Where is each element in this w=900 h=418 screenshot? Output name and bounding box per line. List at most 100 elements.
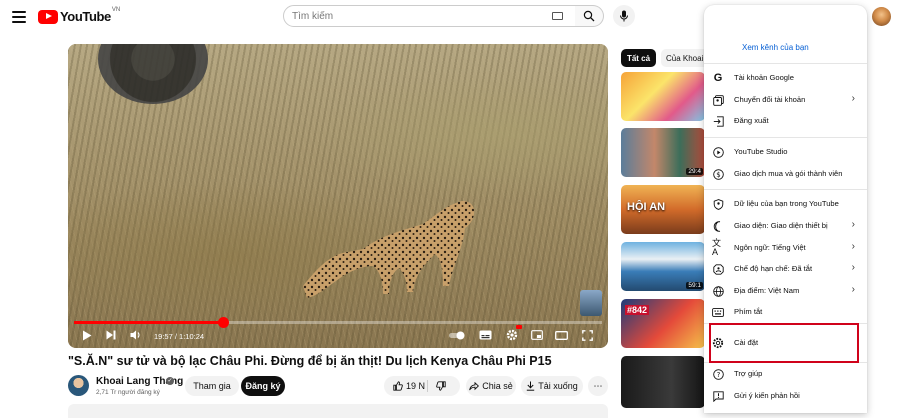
menu-item-label: Trợ giúp xyxy=(734,369,763,378)
recommended-thumbnail[interactable] xyxy=(621,356,705,408)
translate-icon: 文A xyxy=(712,238,722,257)
theater-icon xyxy=(554,330,568,340)
dislike-button[interactable] xyxy=(436,381,446,393)
menu-item-label: Giao dịch mua và gói thành viên xyxy=(734,169,843,178)
thumbs-down-icon xyxy=(436,381,446,391)
menu-item-label: Chế độ hạn chế: Đã tắt xyxy=(734,264,813,273)
progress-played xyxy=(74,321,224,324)
channel-watermark[interactable] xyxy=(580,290,602,316)
globe-icon xyxy=(712,285,724,297)
play-button[interactable] xyxy=(80,328,94,342)
menu-item-dollar[interactable]: $ Giao dịch mua và gói thành viên xyxy=(704,164,867,184)
thumbnail-caption: HỘI AN xyxy=(627,201,666,213)
verified-icon: ✓ xyxy=(166,377,174,385)
share-label: Chia sẻ xyxy=(482,381,513,391)
menu-item-sign-out[interactable]: Đăng xuất xyxy=(704,111,867,131)
mute-button[interactable] xyxy=(128,328,144,342)
menu-item-label: Địa điểm: Việt Nam xyxy=(734,286,800,295)
autoplay-toggle[interactable] xyxy=(448,328,466,342)
channel-avatar[interactable] xyxy=(68,375,89,396)
download-icon xyxy=(527,381,535,391)
recommended-thumbnail[interactable] xyxy=(621,72,705,121)
guide-menu-button[interactable] xyxy=(12,11,26,23)
menu-item-help[interactable]: ? Trợ giúp xyxy=(704,364,867,384)
chevron-right-icon: › xyxy=(851,219,855,230)
subscribe-button[interactable]: Đăng ký xyxy=(241,376,285,396)
join-button[interactable]: Tham gia xyxy=(185,376,239,396)
menu-item-shield-user[interactable]: Dữ liệu của bạn trong YouTube xyxy=(704,194,867,214)
feedback-icon xyxy=(712,390,724,402)
menu-divider xyxy=(704,137,867,138)
menu-item-translate[interactable]: 文A Ngôn ngữ: Tiếng Việt › xyxy=(704,238,867,258)
svg-text:$: $ xyxy=(716,171,720,179)
share-icon xyxy=(469,381,480,390)
menu-item-switch-account[interactable]: Chuyển đổi tài khoản › xyxy=(704,90,867,110)
menu-item-label: Giao diện: Giao diện thiết bị xyxy=(734,221,828,230)
share-button[interactable]: Chia sẻ xyxy=(466,376,516,396)
miniplayer-icon xyxy=(531,330,543,340)
menu-item-youtube-studio[interactable]: YouTube Studio xyxy=(704,142,867,162)
play-icon xyxy=(83,330,92,340)
account-avatar-button[interactable] xyxy=(872,7,891,26)
highlight-box xyxy=(709,323,859,363)
moon-icon xyxy=(712,220,724,232)
chip-channel[interactable]: Của Khoai Lang Thang xyxy=(661,49,705,67)
settings-button[interactable] xyxy=(504,325,522,342)
subtitles-icon xyxy=(479,330,491,340)
like-button[interactable]: 19 N xyxy=(393,381,425,391)
download-button[interactable]: Tải xuống xyxy=(521,376,583,396)
video-title: "S.Ă.N" sư tử và bộ lạc Châu Phi. Đừng đ… xyxy=(68,354,552,368)
youtube-logo[interactable]: YouTube VN xyxy=(38,7,120,24)
menu-divider xyxy=(704,63,867,64)
current-time: 19:57 xyxy=(154,332,173,341)
menu-item-label: Ngôn ngữ: Tiếng Việt xyxy=(734,243,806,252)
recommended-thumbnail[interactable]: 59:1 xyxy=(621,242,705,291)
google-icon: G xyxy=(713,72,723,84)
menu-item-google[interactable]: G Tài khoản Google xyxy=(704,68,867,88)
menu-item-label: Đăng xuất xyxy=(734,116,769,125)
chevron-right-icon: › xyxy=(851,262,855,273)
theater-mode-button[interactable] xyxy=(554,328,568,342)
miniplayer-button[interactable] xyxy=(530,328,544,342)
search-input[interactable]: Tìm kiếm xyxy=(283,5,576,27)
search-button[interactable] xyxy=(575,5,604,27)
menu-item-label: Chuyển đổi tài khoản xyxy=(734,95,806,104)
menu-item-globe[interactable]: Địa điểm: Việt Nam › xyxy=(704,281,867,301)
voice-search-button[interactable] xyxy=(613,5,635,27)
video-player[interactable]: 19:57 / 1:10:24 xyxy=(68,44,608,348)
recommended-thumbnail[interactable]: #842 xyxy=(621,299,705,348)
progress-bar[interactable] xyxy=(74,317,602,328)
fullscreen-icon xyxy=(581,329,593,341)
recommended-thumbnail[interactable]: 29:4 xyxy=(621,128,705,177)
shield-user-icon xyxy=(712,198,724,210)
thumbnail-duration: 59:1 xyxy=(686,282,703,289)
skip-next-icon xyxy=(106,330,116,340)
menu-item-moon[interactable]: Giao diện: Giao diện thiết bị › xyxy=(704,216,867,236)
menu-item-label: Dữ liệu của bạn trong YouTube xyxy=(734,199,839,208)
fullscreen-button[interactable] xyxy=(580,328,594,342)
subscriber-count: 2,71 Tr người đăng ký xyxy=(96,389,160,396)
search-placeholder: Tìm kiếm xyxy=(292,10,334,22)
volume-icon xyxy=(130,330,140,340)
switch-account-icon xyxy=(712,94,724,106)
menu-item-restricted[interactable]: Chế độ hạn chế: Đã tắt › xyxy=(704,259,867,279)
view-channel-link[interactable]: Xem kênh của bạn xyxy=(742,43,809,52)
like-separator xyxy=(427,380,428,392)
keyboard-icon[interactable] xyxy=(552,12,563,20)
menu-item-keyboard[interactable]: Phím tắt xyxy=(704,302,867,322)
description-box[interactable] xyxy=(68,404,608,418)
svg-text:?: ? xyxy=(716,371,720,379)
chip-all[interactable]: Tất cả xyxy=(621,49,656,67)
menu-item-label: Tài khoản Google xyxy=(734,73,794,82)
mic-icon xyxy=(620,10,628,22)
time-display: 19:57 / 1:10:24 xyxy=(154,332,205,341)
next-button[interactable] xyxy=(104,328,118,342)
subtitles-button[interactable] xyxy=(478,328,492,342)
thumbs-up-icon xyxy=(393,381,403,391)
menu-item-feedback[interactable]: Gửi ý kiến phản hồi xyxy=(704,386,867,406)
youtube-play-icon xyxy=(38,9,58,24)
autoplay-toggle-icon xyxy=(449,331,465,339)
dollar-icon: $ xyxy=(712,168,724,180)
more-actions-button[interactable]: ⋯ xyxy=(588,376,608,396)
recommended-thumbnail[interactable]: HỘI AN xyxy=(621,185,705,234)
